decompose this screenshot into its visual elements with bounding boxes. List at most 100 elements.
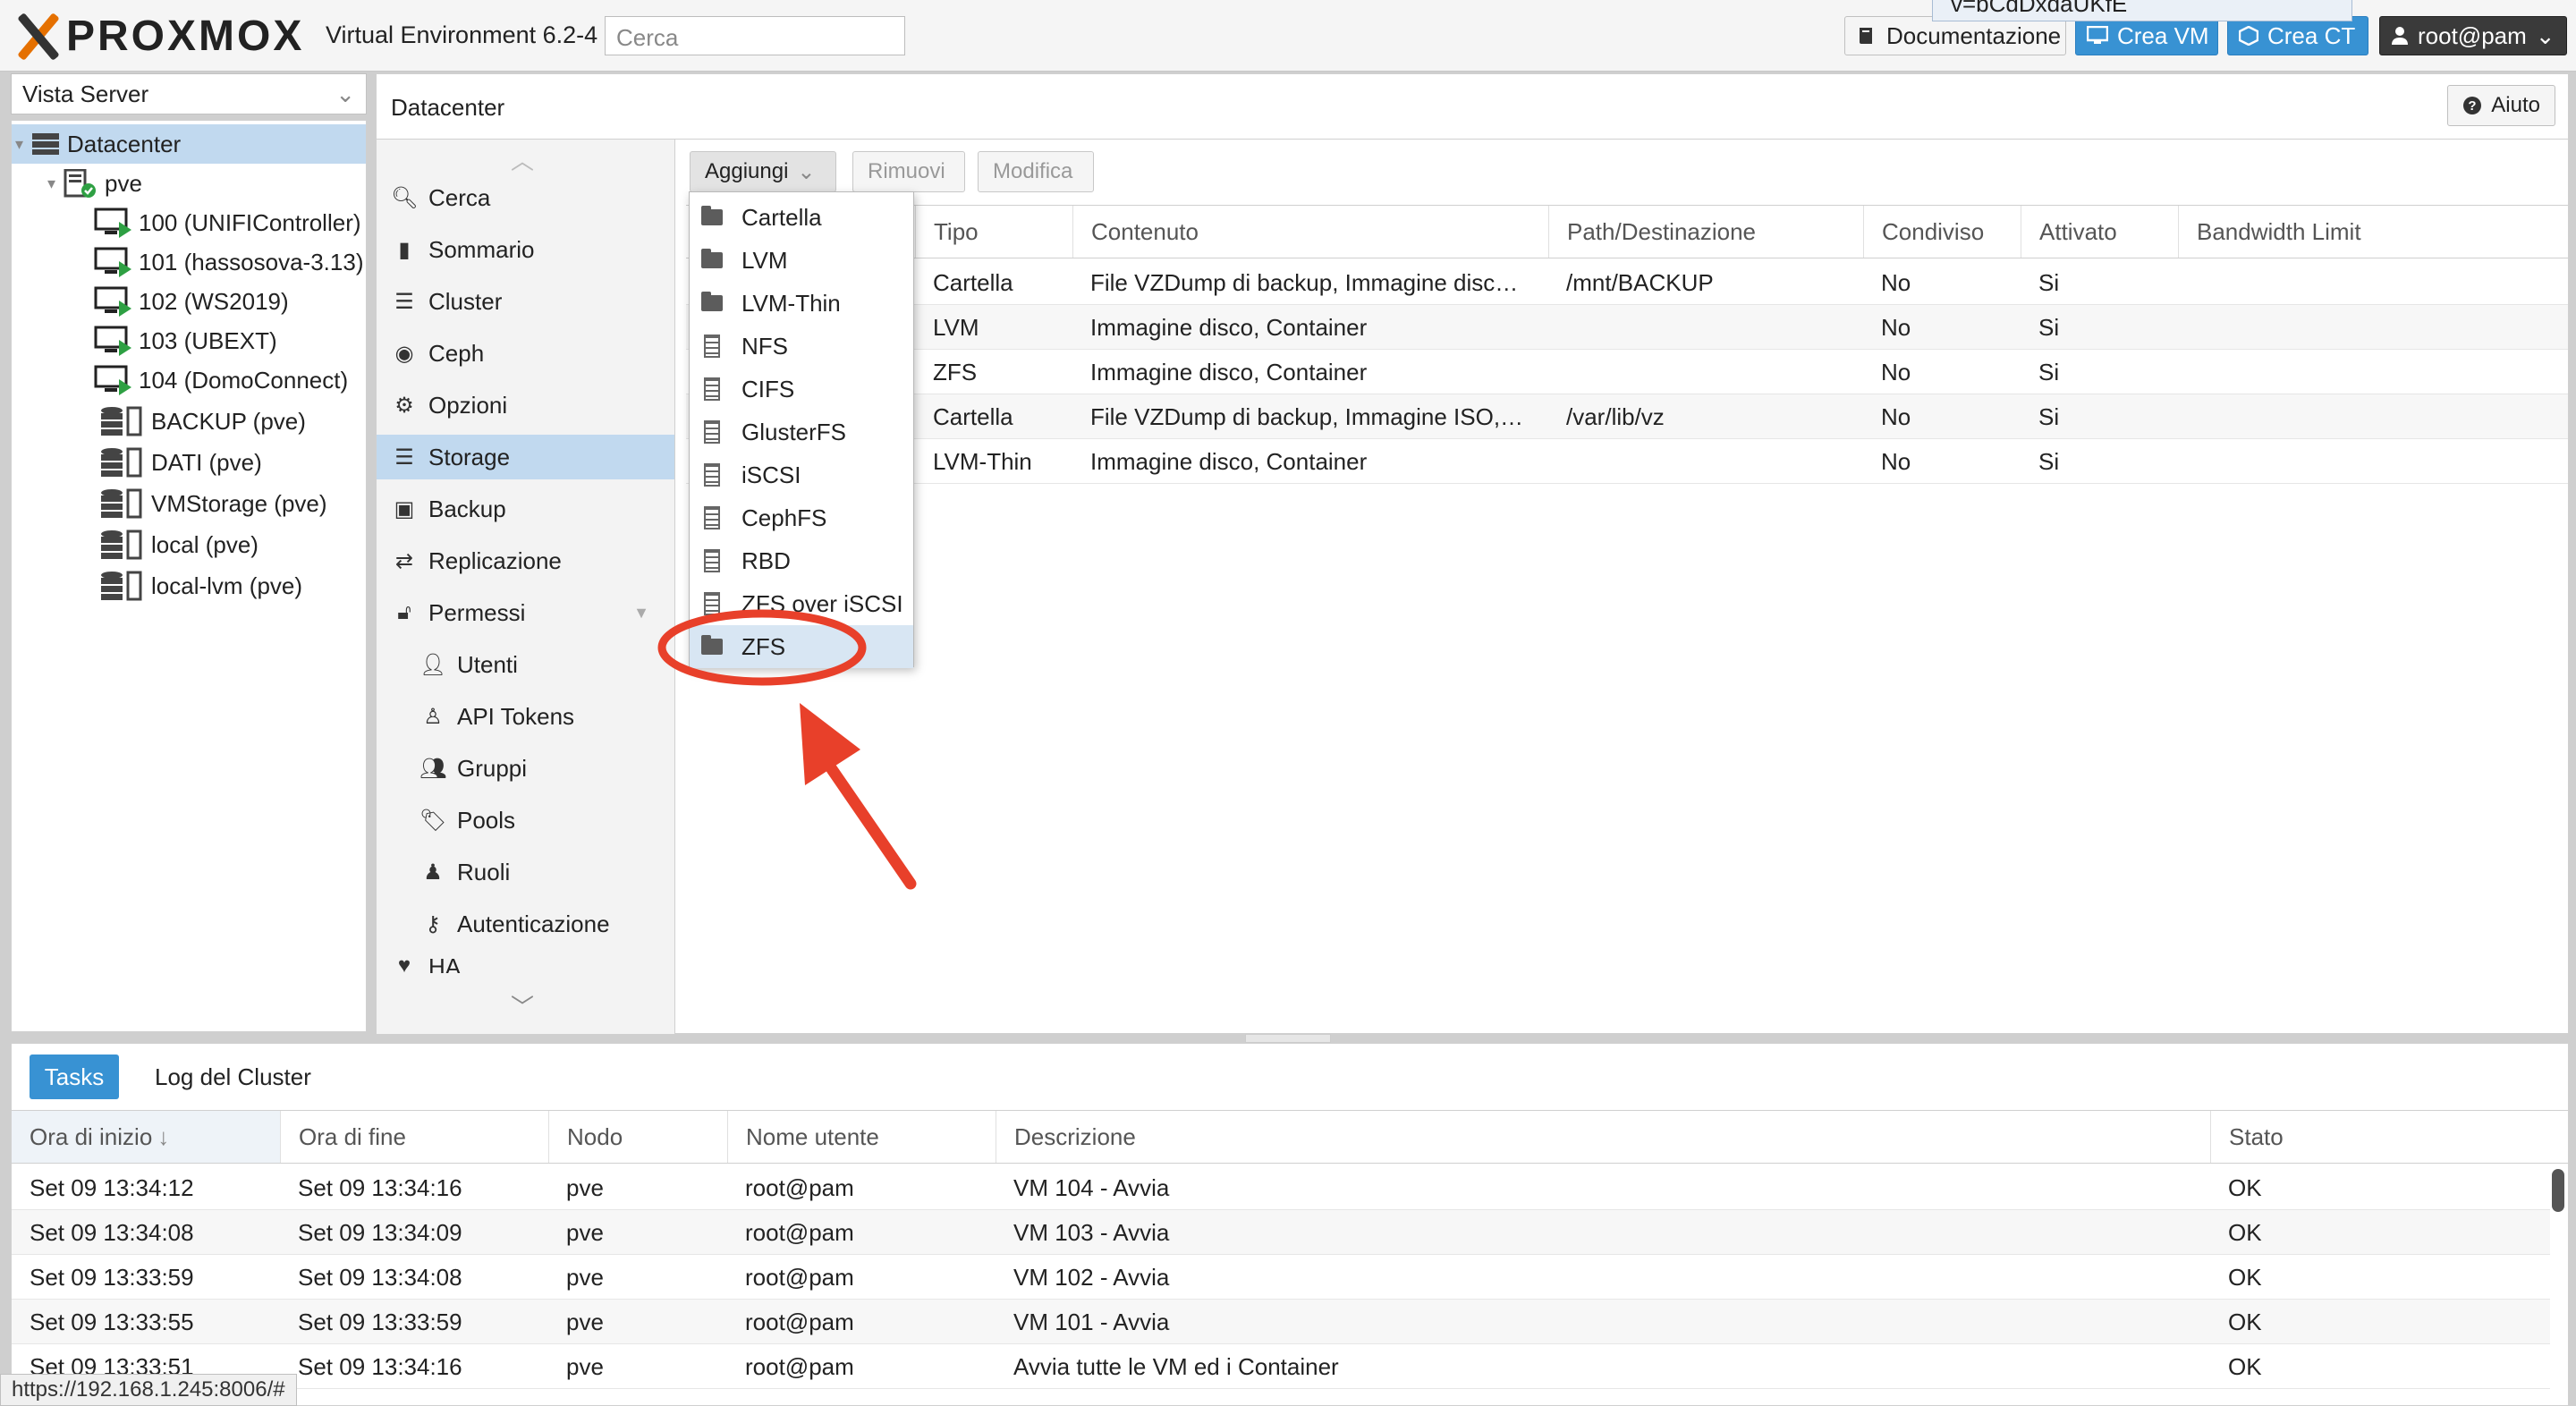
nav-item-sommario[interactable]: ▮ Sommario xyxy=(377,227,674,272)
column-header-condiviso[interactable]: Condiviso xyxy=(1863,206,2021,258)
help-button[interactable]: ? Aiuto xyxy=(2447,85,2555,126)
nav-item-replicazione[interactable]: ⇄ Replicazione xyxy=(377,538,674,583)
table-row[interactable]: LVM-Thin Immagine disco, Container No Si xyxy=(686,439,2568,484)
vm-running-icon xyxy=(94,326,131,356)
column-header-bandwidth[interactable]: Bandwidth Limit xyxy=(2178,206,2568,258)
cell-status: OK xyxy=(2228,1308,2262,1335)
storage-label: local (pve) xyxy=(151,530,258,558)
menu-item-lvm-thin[interactable]: LVM-Thin xyxy=(690,282,913,325)
view-select[interactable]: Vista Server ⌄ xyxy=(11,73,367,114)
vm-running-icon xyxy=(94,365,131,395)
nav-item-cluster[interactable]: ☰ Cluster xyxy=(377,279,674,324)
panel-splitter[interactable] xyxy=(1245,1034,1331,1043)
menu-item-zfs[interactable]: ZFS xyxy=(690,625,913,668)
tab-cluster-log[interactable]: Log del Cluster xyxy=(155,1054,311,1099)
cell-condiviso: No xyxy=(1881,313,1911,341)
tree-item-storage[interactable]: DATI (pve) xyxy=(12,443,366,482)
column-header-path[interactable]: Path/Destinazione xyxy=(1548,206,1863,258)
nav-item-backup[interactable]: ▣ Backup xyxy=(377,487,674,531)
remove-button[interactable]: Rimuovi xyxy=(852,151,965,192)
nav-item-ruoli[interactable]: ♟ Ruoli xyxy=(377,850,674,894)
column-header-contenuto[interactable]: Contenuto xyxy=(1072,206,1548,258)
user-outline-icon: ♙ xyxy=(423,704,443,729)
tree-item-storage[interactable]: local-lvm (pve) xyxy=(12,566,366,606)
tree-item-vm[interactable]: 102 (WS2019) xyxy=(12,282,366,321)
datacenter-label: Datacenter xyxy=(67,130,182,157)
menu-item-label: Cartella xyxy=(741,203,822,231)
search-input[interactable]: Cerca xyxy=(605,16,905,55)
tree-item-vm[interactable]: 103 (UBEXT) xyxy=(12,321,366,360)
nav-item-utenti[interactable]: 👤︎ Utenti xyxy=(377,642,674,687)
ceph-icon: ◉ xyxy=(394,341,414,366)
menu-item-lvm[interactable]: LVM xyxy=(690,239,913,282)
user-menu-button[interactable]: root@pam ⌄ xyxy=(2379,16,2567,55)
table-row[interactable]: Set 09 13:33:59 Set 09 13:34:08 pve root… xyxy=(12,1255,2550,1300)
table-row[interactable]: Cartella File VZDump di backup, Immagine… xyxy=(686,394,2568,439)
cell-path: /var/lib/vz xyxy=(1566,402,1665,430)
tree-item-storage[interactable]: VMStorage (pve) xyxy=(12,484,366,523)
nav-item-storage[interactable]: ☰ Storage xyxy=(377,435,674,479)
tree-item-datacenter[interactable]: ▾ Datacenter xyxy=(12,124,366,164)
user-icon xyxy=(2392,27,2408,45)
building-icon xyxy=(704,549,720,572)
nav-scroll-up-icon[interactable]: ︿ xyxy=(511,143,534,176)
menu-item-cifs[interactable]: CIFS xyxy=(690,368,913,411)
nav-item-permessi[interactable]: 🔓︎ Permessi ▼ xyxy=(377,590,674,635)
nav-item-label: Opzioni xyxy=(428,391,508,419)
table-row[interactable]: Set 09 13:34:12 Set 09 13:34:16 pve root… xyxy=(12,1165,2550,1210)
tree-item-storage[interactable]: BACKUP (pve) xyxy=(12,402,366,441)
nav-scroll-down-icon[interactable]: ﹀ xyxy=(511,989,534,1022)
column-header-tipo[interactable]: Tipo xyxy=(915,206,1072,258)
tree-item-storage[interactable]: local (pve) xyxy=(12,525,366,564)
create-vm-button[interactable]: Crea VM xyxy=(2075,16,2218,55)
nav-item-pools[interactable]: 🏷︎ Pools xyxy=(377,798,674,843)
menu-item-glusterfs[interactable]: GlusterFS xyxy=(690,411,913,453)
menu-item-nfs[interactable]: NFS xyxy=(690,325,913,368)
create-ct-button[interactable]: Crea CT xyxy=(2227,16,2368,55)
add-button[interactable]: Aggiungi ⌄ xyxy=(690,151,836,192)
nav-item-ceph[interactable]: ◉ Ceph xyxy=(377,331,674,376)
tree-item-vm[interactable]: 104 (DomoConnect) xyxy=(12,360,366,400)
column-header-start-time[interactable]: Ora di inizio ↓ xyxy=(12,1111,280,1163)
tree-item-vm[interactable]: 100 (UNIFIController) xyxy=(12,203,366,242)
cell-attivato: Si xyxy=(2038,358,2060,385)
menu-item-label: RBD xyxy=(741,546,791,574)
column-header-attivato[interactable]: Attivato xyxy=(2021,206,2178,258)
tree-item-node[interactable]: ▾ pve xyxy=(12,164,366,203)
column-header-status[interactable]: Stato xyxy=(2210,1111,2568,1163)
menu-item-cephfs[interactable]: CephFS xyxy=(690,496,913,539)
menu-item-rbd[interactable]: RBD xyxy=(690,539,913,582)
table-row[interactable]: Cartella File VZDump di backup, Immagine… xyxy=(686,260,2568,305)
menu-item-label: CIFS xyxy=(741,375,795,402)
table-row[interactable]: Set 09 13:33:55 Set 09 13:33:59 pve root… xyxy=(12,1300,2550,1344)
nav-item-ha[interactable]: ♥ HA xyxy=(377,953,674,973)
collapse-arrow-icon[interactable]: ▼ xyxy=(633,604,649,623)
top-header: PROXMOX Virtual Environment 6.2-4 Cerca … xyxy=(0,0,2576,72)
menu-item-cartella[interactable]: Cartella xyxy=(690,196,913,239)
question-circle-icon: ? xyxy=(2463,97,2482,114)
table-row[interactable]: LVM Immagine disco, Container No Si xyxy=(686,305,2568,350)
nav-item-gruppi[interactable]: 👥︎ Gruppi xyxy=(377,746,674,791)
column-header-user[interactable]: Nome utente xyxy=(727,1111,996,1163)
menu-item-zfs-over-iscsi[interactable]: ZFS over iSCSI xyxy=(690,582,913,625)
table-row[interactable]: Set 09 13:34:08 Set 09 13:34:09 pve root… xyxy=(12,1210,2550,1255)
tree-item-vm[interactable]: 101 (hassosova-3.13) xyxy=(12,242,366,282)
nav-item-api-tokens[interactable]: ♙ API Tokens xyxy=(377,694,674,739)
column-header-node[interactable]: Nodo xyxy=(548,1111,727,1163)
menu-item-iscsi[interactable]: iSCSI xyxy=(690,453,913,496)
datacenter-icon xyxy=(32,133,59,155)
vm-label: 100 (UNIFIController) xyxy=(139,208,361,236)
column-header-description[interactable]: Descrizione xyxy=(996,1111,2210,1163)
nav-item-autenticazione[interactable]: ⚷ Autenticazione xyxy=(377,902,674,946)
scrollbar-thumb[interactable] xyxy=(2552,1169,2564,1212)
nav-item-opzioni[interactable]: ⚙ Opzioni xyxy=(377,383,674,428)
proxmox-logo[interactable]: PROXMOX xyxy=(13,9,304,63)
table-row[interactable]: Set 09 13:33:51 Set 09 13:34:16 pve root… xyxy=(12,1344,2550,1389)
tab-tasks[interactable]: Tasks xyxy=(30,1054,119,1099)
cell-status: OK xyxy=(2228,1218,2262,1246)
table-row[interactable]: ZFS Immagine disco, Container No Si xyxy=(686,350,2568,394)
documentation-button[interactable]: Documentazione xyxy=(1844,16,2066,55)
column-header-end-time[interactable]: Ora di fine xyxy=(280,1111,548,1163)
nav-item-cerca[interactable]: 🔍︎ Cerca xyxy=(377,175,674,220)
edit-button[interactable]: Modifica xyxy=(978,151,1094,192)
